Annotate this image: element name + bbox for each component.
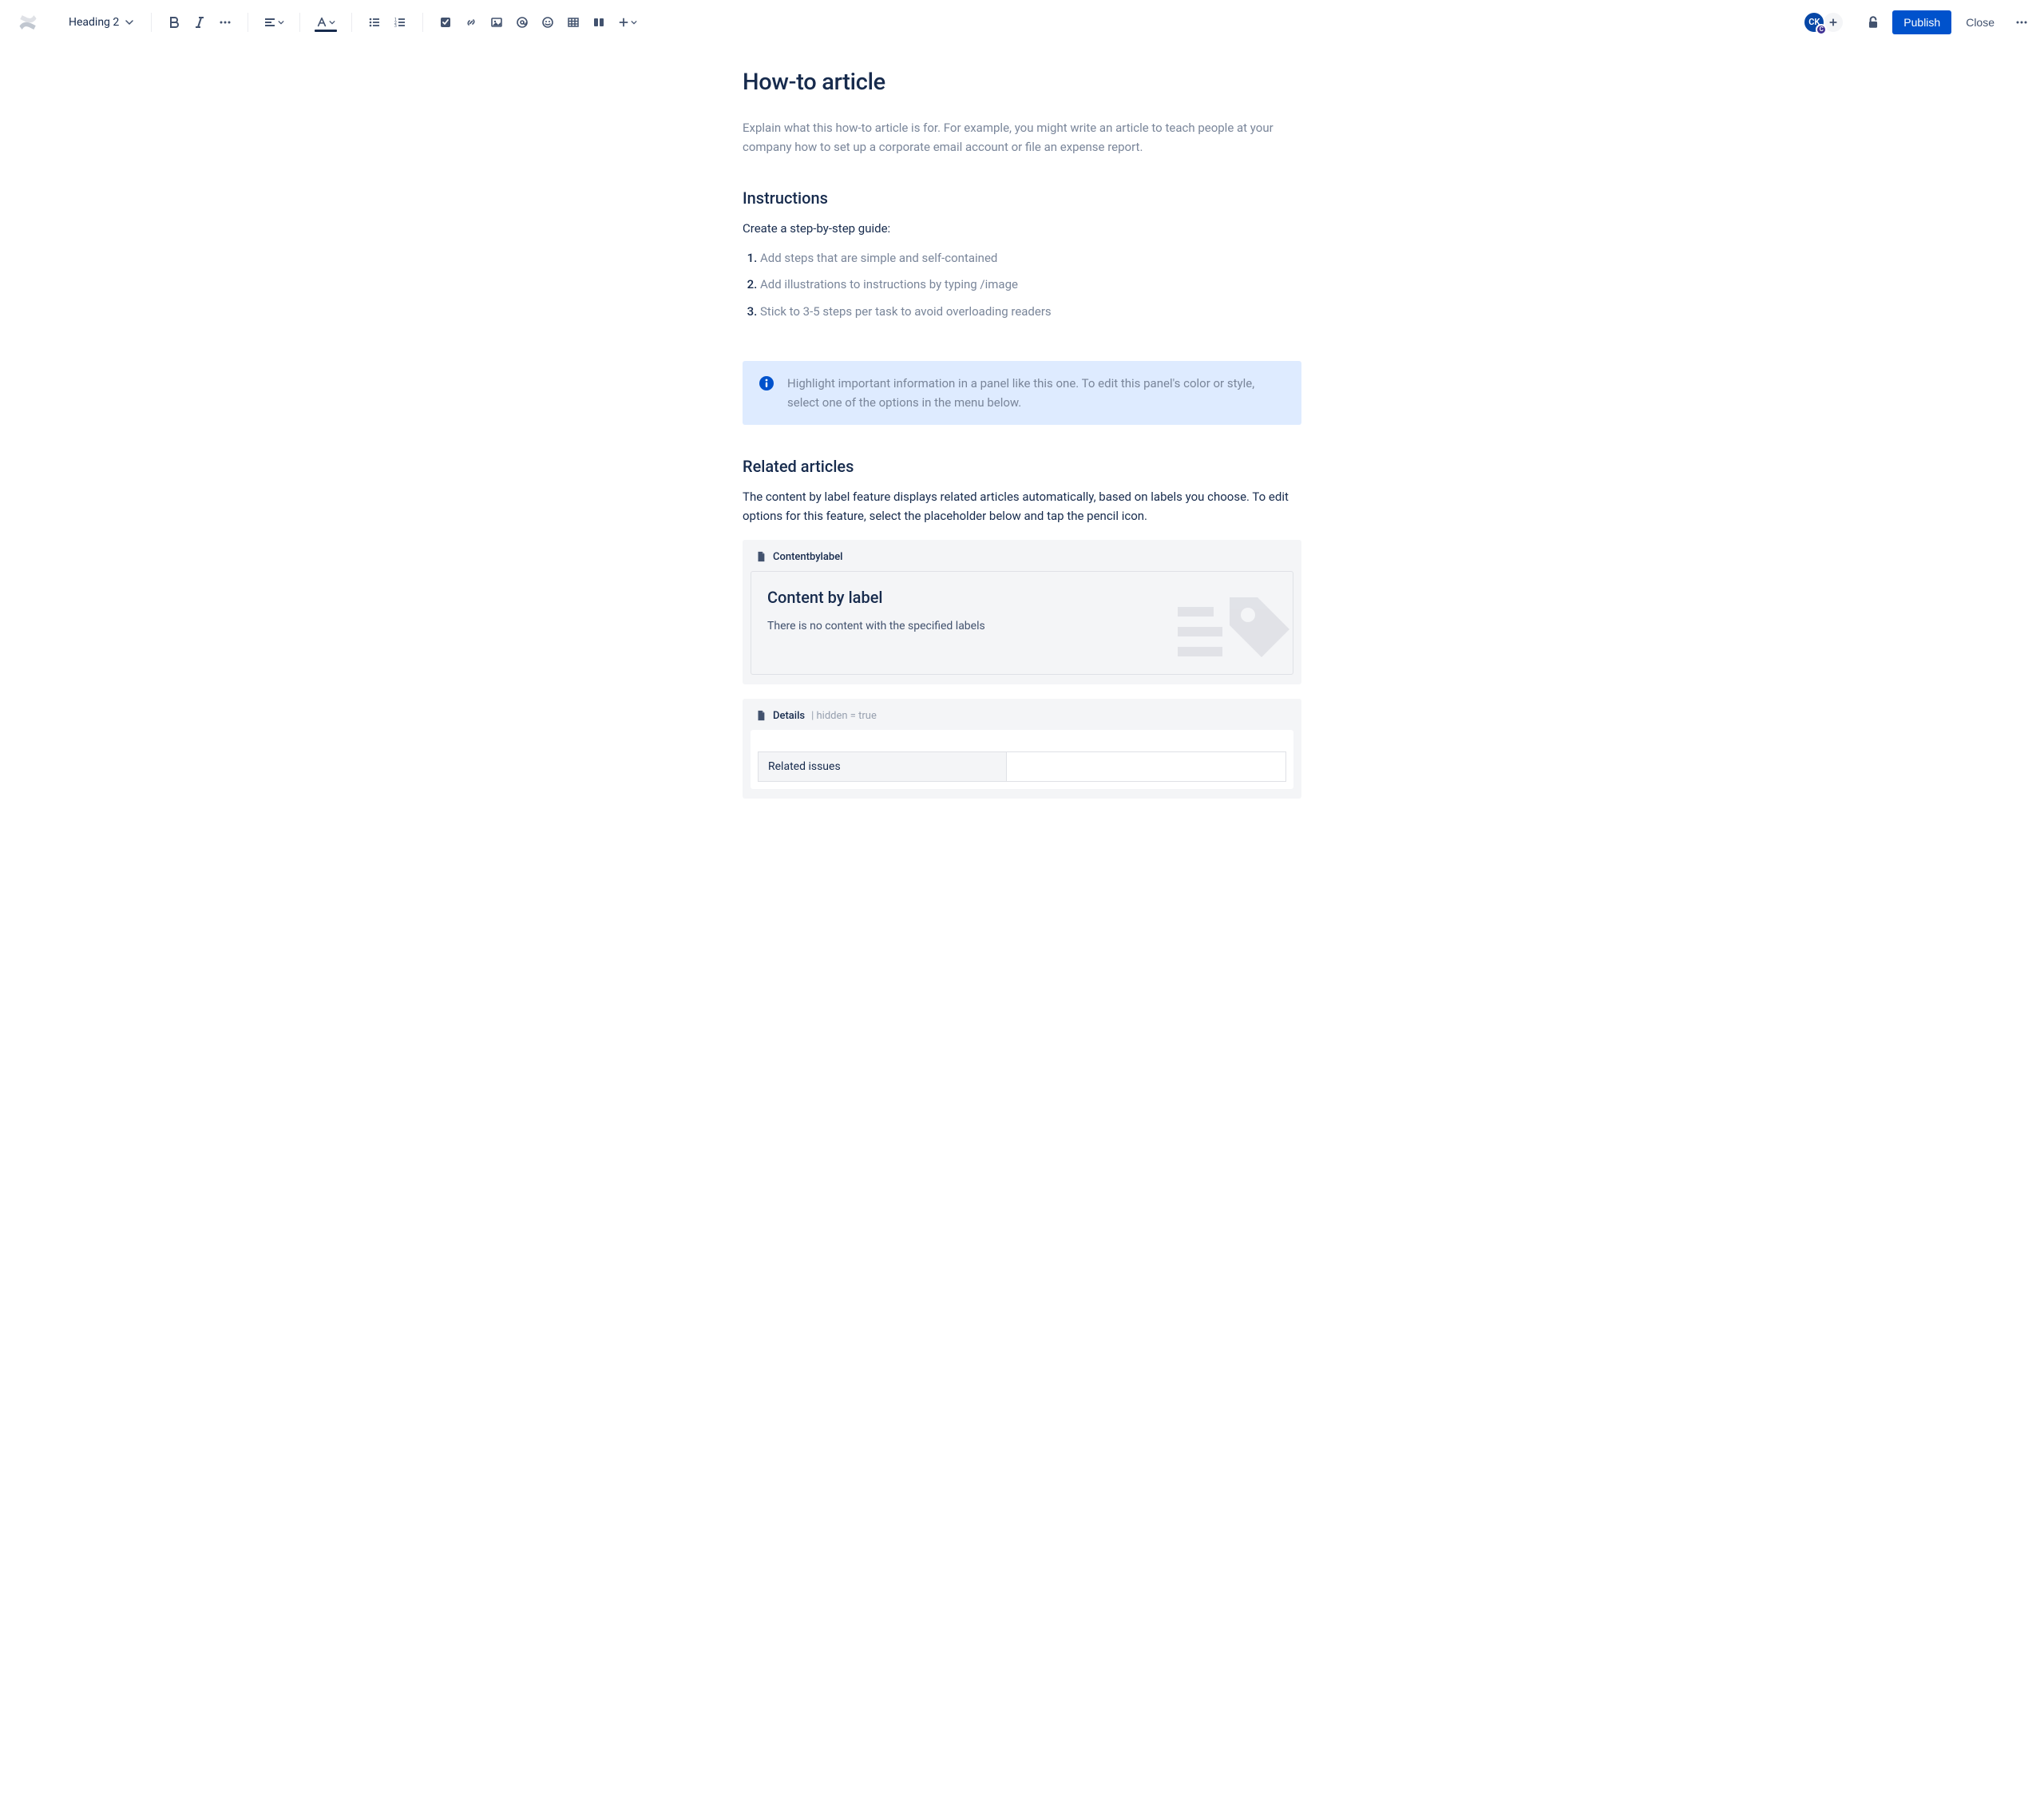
restrictions-button[interactable] [1860, 10, 1886, 35]
more-actions-button[interactable] [2009, 10, 2034, 35]
avatar-user[interactable]: CK C [1803, 11, 1825, 34]
image-button[interactable] [484, 10, 509, 35]
related-heading[interactable]: Related articles [743, 457, 1301, 476]
action-item-button[interactable] [433, 10, 458, 35]
macro-body[interactable]: Related issues [751, 730, 1293, 789]
align-dropdown[interactable] [258, 10, 290, 35]
details-macro[interactable]: Details | hidden = true Related issues [743, 699, 1301, 799]
insert-dropdown[interactable] [612, 10, 644, 35]
text-style-label: Heading 2 [69, 16, 119, 29]
instructions-lead[interactable]: Create a step-by-step guide: [743, 219, 1301, 238]
details-table[interactable]: Related issues [758, 751, 1286, 782]
instructions-heading[interactable]: Instructions [743, 188, 1301, 208]
link-button[interactable] [458, 10, 484, 35]
collaborator-avatars: CK C [1803, 11, 1844, 34]
separator [351, 13, 352, 32]
avatar-badge: C [1816, 24, 1827, 35]
table-button[interactable] [561, 10, 586, 35]
separator [299, 13, 300, 32]
macro-body[interactable]: Content by label There is no content wit… [751, 571, 1293, 675]
table-row: Related issues [759, 751, 1286, 781]
macro-name: Details [773, 710, 805, 722]
table-cell-value[interactable] [1006, 751, 1285, 781]
macro-meta: | hidden = true [811, 710, 877, 722]
layouts-button[interactable] [586, 10, 612, 35]
instructions-list[interactable]: Add steps that are simple and self-conta… [760, 249, 1301, 321]
editor-toolbar: Heading 2 123 [0, 0, 2044, 45]
label-decoration-icon [1178, 583, 1289, 671]
emoji-button[interactable] [535, 10, 561, 35]
macro-header: Contentbylabel [751, 548, 1293, 571]
close-button[interactable]: Close [1958, 10, 2002, 34]
info-panel-text[interactable]: Highlight important information in a pan… [787, 374, 1289, 412]
page-title[interactable]: How-to article [743, 69, 1301, 96]
separator [151, 13, 152, 32]
related-description[interactable]: The content by label feature displays re… [743, 487, 1301, 525]
document-icon [755, 710, 766, 721]
publish-button[interactable]: Publish [1892, 10, 1951, 34]
table-cell-header[interactable]: Related issues [759, 751, 1007, 781]
numbered-list-button[interactable]: 123 [387, 10, 413, 35]
mention-button[interactable] [509, 10, 535, 35]
confluence-logo-icon [18, 12, 38, 33]
intro-paragraph[interactable]: Explain what this how-to article is for.… [743, 118, 1301, 157]
document-icon [755, 551, 766, 562]
info-icon [759, 375, 774, 391]
text-color-dropdown[interactable] [310, 10, 342, 35]
separator [422, 13, 423, 32]
chevron-down-icon [125, 18, 133, 26]
text-style-dropdown[interactable]: Heading 2 [61, 11, 141, 34]
content-by-label-macro[interactable]: Contentbylabel Content by label There is… [743, 540, 1301, 684]
more-formatting-button[interactable] [212, 10, 238, 35]
macro-header: Details | hidden = true [751, 707, 1293, 730]
bold-button[interactable] [161, 10, 187, 35]
list-item[interactable]: Stick to 3-5 steps per task to avoid ove… [760, 303, 1301, 321]
info-panel[interactable]: Highlight important information in a pan… [743, 361, 1301, 425]
italic-button[interactable] [187, 10, 212, 35]
macro-name: Contentbylabel [773, 551, 842, 563]
editor-content[interactable]: How-to article Explain what this how-to … [727, 45, 1317, 846]
bullet-list-button[interactable] [362, 10, 387, 35]
svg-text:3: 3 [394, 24, 397, 29]
list-item[interactable]: Add steps that are simple and self-conta… [760, 249, 1301, 268]
list-item[interactable]: Add illustrations to instructions by typ… [760, 276, 1301, 294]
